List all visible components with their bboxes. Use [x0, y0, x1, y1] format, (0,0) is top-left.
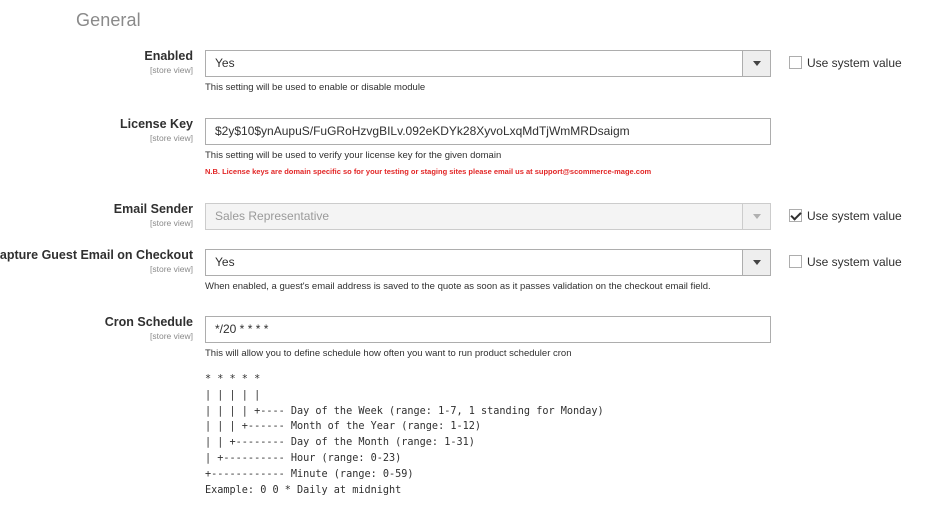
capture-guest-email-select-value: Yes	[215, 255, 235, 269]
checkbox-icon[interactable]	[789, 255, 802, 268]
cron-schedule-value: */20 * * * *	[215, 322, 269, 336]
cron-help-line: | | | | |	[205, 389, 261, 401]
email-sender-label: Email Sender	[113, 202, 193, 216]
enabled-select[interactable]: Yes	[205, 50, 771, 77]
cron-help-line: +------------ Minute (range: 0-59)	[205, 468, 414, 480]
email-sender-select: Sales Representative	[205, 203, 771, 230]
enabled-note: This setting will be used to enable or d…	[205, 82, 426, 93]
license-key-value: $2y$10$ynAupuS/FuGRoHzvgBILv.092eKDYk28X…	[215, 124, 630, 138]
email-sender-use-system-value[interactable]: Use system value	[789, 209, 902, 223]
enabled-use-system-value[interactable]: Use system value	[789, 56, 902, 70]
section-title: General	[76, 10, 141, 30]
enabled-scope: [store view]	[150, 65, 193, 75]
cron-help-line: | | | | +---- Day of the Week (range: 1-…	[205, 405, 604, 417]
license-key-note: This setting will be used to verify your…	[205, 150, 502, 161]
capture-guest-email-note: When enabled, a guest's email address is…	[205, 281, 711, 292]
cron-help: * * * * * | | | | | | | | | +---- Day of…	[205, 372, 604, 498]
email-sender-use-system-value-label: Use system value	[807, 209, 902, 223]
cron-help-line: | +---------- Hour (range: 0-23)	[205, 452, 402, 464]
cron-help-line: * * * * *	[205, 374, 261, 385]
capture-guest-email-label: Capture Guest Email on Checkout	[0, 248, 193, 262]
license-key-input[interactable]: $2y$10$ynAupuS/FuGRoHzvgBILv.092eKDYk28X…	[205, 118, 771, 145]
cron-schedule-input[interactable]: */20 * * * *	[205, 316, 771, 343]
email-sender-select-value: Sales Representative	[215, 209, 330, 223]
checkbox-icon[interactable]	[789, 56, 802, 69]
chevron-down-icon	[742, 204, 770, 229]
capture-guest-email-use-system-value[interactable]: Use system value	[789, 255, 902, 269]
capture-guest-email-select[interactable]: Yes	[205, 249, 771, 276]
enabled-label: Enabled	[144, 49, 193, 63]
enabled-use-system-value-label: Use system value	[807, 56, 902, 70]
cron-help-line: | | +-------- Day of the Month (range: 1…	[205, 437, 475, 449]
cron-schedule-label: Cron Schedule	[104, 315, 193, 329]
license-key-warning: N.B. License keys are domain specific so…	[205, 167, 652, 176]
cron-help-example: Example: 0 0 * Daily at midnight	[205, 484, 402, 496]
email-sender-scope: [store view]	[150, 218, 193, 228]
cron-schedule-note: This will allow you to define schedule h…	[205, 348, 572, 359]
capture-guest-email-use-system-value-label: Use system value	[807, 255, 902, 269]
cron-help-line: | | | +------ Month of the Year (range: …	[205, 421, 482, 433]
license-key-label: License Key	[120, 117, 193, 131]
checkbox-checked-icon[interactable]	[789, 209, 802, 222]
capture-guest-email-scope: [store view]	[150, 264, 193, 274]
license-key-scope: [store view]	[150, 133, 193, 143]
chevron-down-icon[interactable]	[742, 250, 770, 275]
enabled-select-value: Yes	[215, 56, 235, 70]
chevron-down-icon[interactable]	[742, 51, 770, 76]
cron-schedule-scope: [store view]	[150, 331, 193, 341]
